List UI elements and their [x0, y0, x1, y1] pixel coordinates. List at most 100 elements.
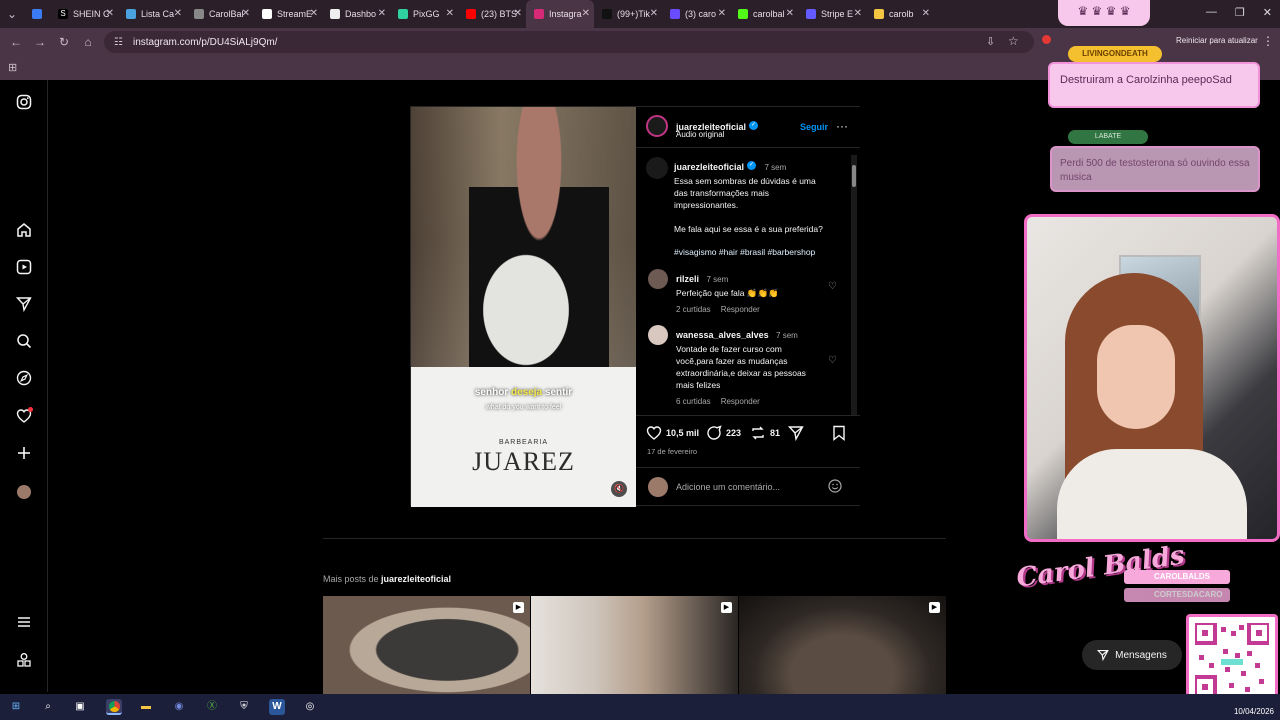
like-button[interactable]: 10,5 mil [646, 425, 699, 441]
task-view-icon[interactable]: ▣ [72, 699, 88, 715]
tab-close-icon[interactable]: ✕ [242, 8, 250, 19]
instagram-logo-icon[interactable] [14, 94, 34, 114]
browser-tab[interactable]: (99+)Tik ✕ [594, 0, 662, 28]
tab-close-icon[interactable]: ✕ [310, 8, 318, 19]
comment-like-heart-icon[interactable]: ♡ [828, 281, 837, 292]
discord-icon[interactable]: ◉ [171, 699, 187, 715]
tab-close-icon[interactable]: ✕ [514, 8, 522, 19]
more-menu-icon[interactable]: ⋮ [1262, 34, 1274, 48]
home-icon[interactable] [14, 222, 34, 242]
create-plus-icon[interactable] [14, 445, 34, 465]
chrome-icon[interactable] [106, 699, 122, 715]
like-heart-icon [646, 426, 662, 440]
more-menu-hamburger-icon[interactable] [14, 614, 34, 634]
notifications-heart-icon[interactable] [14, 407, 34, 428]
comment-input[interactable]: Adicione um comentário... [676, 482, 816, 492]
browser-tab[interactable]: CarolBal ✕ [186, 0, 254, 28]
browser-tab[interactable]: StreamE ✕ [254, 0, 322, 28]
apps-grid-icon[interactable]: ⊞ [8, 61, 17, 74]
emoji-picker-icon[interactable] [828, 479, 842, 498]
tab-close-icon[interactable]: ✕ [378, 8, 386, 19]
caption-author-avatar[interactable] [646, 157, 668, 179]
taskbar-search-icon[interactable]: ⌕ [40, 699, 56, 715]
browser-tab[interactable]: carolb ✕ [866, 0, 934, 28]
more-posts-label: Mais posts de juarezleiteoficial [323, 574, 452, 584]
video-brand-small: BARBEARIA [498, 439, 549, 446]
direct-messages-icon[interactable] [14, 296, 34, 316]
tab-close-icon[interactable]: ✕ [922, 8, 930, 19]
also-from-meta-icon[interactable] [14, 652, 34, 672]
more-post-thumbnail[interactable]: ▶ [323, 596, 530, 694]
comment-avatar[interactable] [648, 325, 668, 345]
post-date[interactable]: 17 de fevereiro [647, 447, 697, 456]
browser-tab[interactable]: carolbal ✕ [730, 0, 798, 28]
author-avatar[interactable] [646, 115, 668, 137]
mute-icon[interactable]: 🔇 [611, 481, 627, 497]
tab-favicon-icon [262, 9, 272, 19]
maximize-button[interactable]: ❐ [1235, 6, 1245, 19]
comments-scrollbar[interactable] [851, 155, 857, 415]
save-bookmark-icon[interactable] [832, 425, 846, 446]
extension-icon[interactable] [1042, 35, 1051, 44]
tab-close-icon[interactable]: ✕ [106, 8, 114, 19]
profile-avatar[interactable] [14, 482, 34, 502]
tab-close-icon[interactable]: ✕ [854, 8, 862, 19]
share-icon[interactable] [787, 425, 804, 446]
tab-favicon-icon [874, 9, 884, 19]
site-info-icon[interactable]: ☷ [114, 37, 123, 48]
browser-tab[interactable]: PixGG ✕ [390, 0, 458, 28]
comment-avatar[interactable] [648, 269, 668, 289]
security-shield-icon[interactable]: ⛨ [236, 699, 252, 715]
address-bar[interactable]: ☷ instagram.com/p/DU4SiALj9Qm/ [104, 31, 1034, 53]
word-icon[interactable]: W [269, 699, 285, 715]
tab-close-icon[interactable]: ✕ [174, 8, 182, 19]
close-window-button[interactable]: ✕ [1263, 6, 1272, 19]
reload-button[interactable]: ↻ [52, 35, 76, 49]
browser-tab[interactable]: S SHEIN C ✕ [50, 0, 118, 28]
comment-likes[interactable]: 2 curtidas [676, 305, 711, 314]
hashtags[interactable]: #visagismo #hair #brasil #barbershop [674, 247, 849, 257]
repost-button[interactable]: 81 [750, 425, 780, 441]
overlay-crown-badge: ♛ ♛ ♛ ♛ [1058, 0, 1150, 26]
post-options-icon[interactable]: ··· [836, 119, 848, 133]
tab-close-icon[interactable]: ✕ [650, 8, 658, 19]
tab-close-icon[interactable]: ✕ [786, 8, 794, 19]
more-post-thumbnail[interactable]: ▶ [739, 596, 946, 694]
update-button[interactable]: Reiniciar para atualizar [1176, 36, 1258, 45]
windows-start-icon[interactable]: ⊞ [8, 699, 24, 715]
post-video[interactable]: senhor deseja sentir what do you want to… [411, 107, 636, 507]
explore-icon[interactable] [14, 370, 34, 390]
bookmark-star-icon[interactable]: ☆ [1008, 34, 1019, 48]
minimize-button[interactable]: — [1206, 6, 1217, 19]
messages-button[interactable]: Mensagens [1082, 640, 1182, 670]
browser-tab[interactable]: Lista Ca ✕ [118, 0, 186, 28]
comment-button[interactable]: 223 [706, 425, 741, 441]
browser-tab[interactable]: Stripe E ✕ [798, 0, 866, 28]
home-button[interactable]: ⌂ [76, 35, 100, 49]
install-app-icon[interactable]: ⇩ [986, 35, 995, 48]
tab-search-button[interactable]: ⌄ [0, 7, 24, 21]
tab-close-icon[interactable]: ✕ [446, 8, 454, 19]
browser-tab[interactable] [24, 0, 50, 28]
more-post-thumbnail[interactable]: ▶ [531, 596, 738, 694]
browser-tab[interactable]: (23) BTS ✕ [458, 0, 526, 28]
obs-icon[interactable]: ◎ [302, 699, 318, 715]
reels-icon[interactable] [14, 259, 34, 279]
comment-like-heart-icon[interactable]: ♡ [828, 355, 837, 366]
more-posts-author-link[interactable]: juarezleiteoficial [381, 574, 451, 584]
follow-button[interactable]: Seguir [800, 122, 828, 132]
browser-tab[interactable]: (3) caro ✕ [662, 0, 730, 28]
reply-button[interactable]: Responder [721, 397, 760, 406]
xbox-icon[interactable]: Ⓧ [204, 699, 220, 715]
reply-button[interactable]: Responder [721, 305, 760, 314]
browser-tab[interactable]: Instagra ✕ [526, 0, 594, 28]
search-icon[interactable] [14, 333, 34, 353]
file-explorer-icon[interactable]: ▬ [138, 699, 154, 715]
audio-label[interactable]: Áudio original [676, 130, 724, 139]
browser-tab[interactable]: Dashbo ✕ [322, 0, 390, 28]
tab-close-icon[interactable]: ✕ [582, 8, 590, 19]
back-button[interactable]: ← [4, 35, 28, 49]
comment-likes[interactable]: 6 curtidas [676, 397, 711, 406]
forward-button[interactable]: → [28, 35, 52, 49]
tab-close-icon[interactable]: ✕ [718, 8, 726, 19]
